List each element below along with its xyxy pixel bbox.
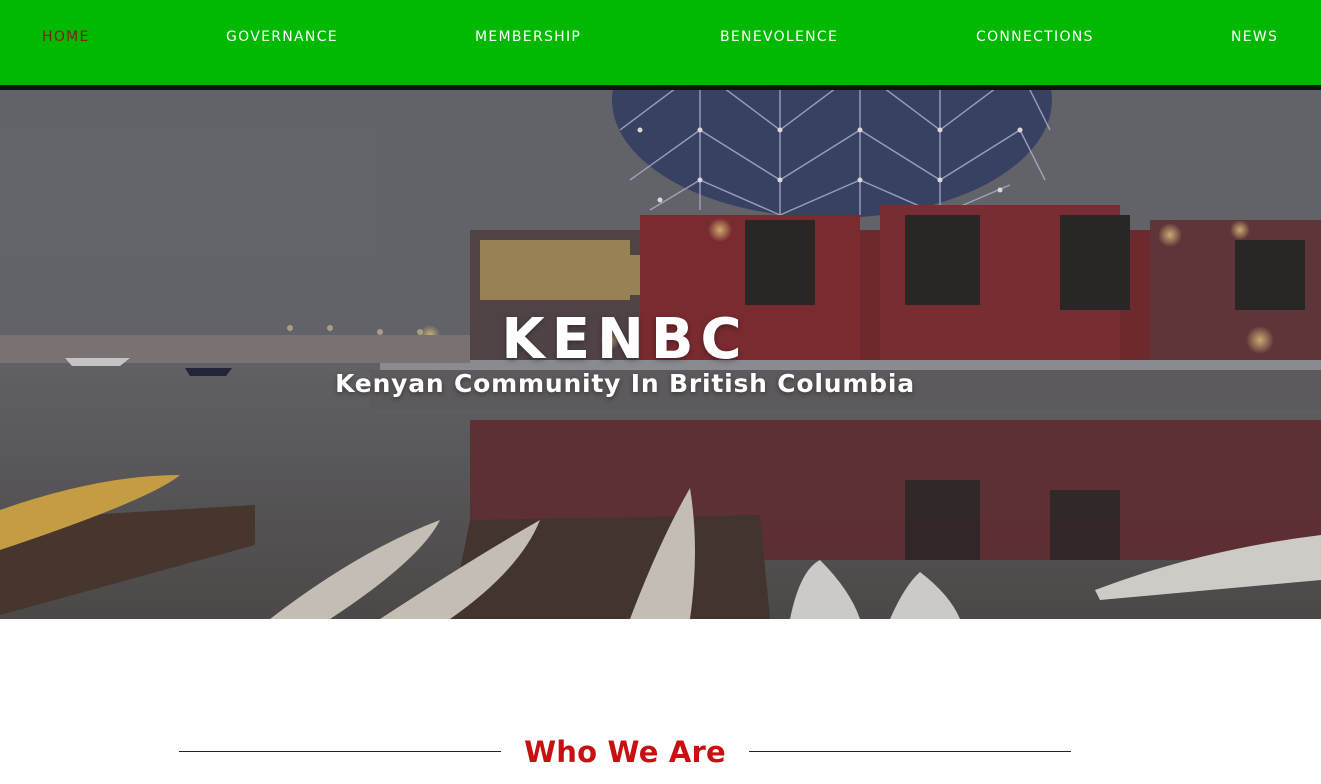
main-navigation: HOME GOVERNANCE MEMBERSHIP BENEVOLENCE C…	[0, 0, 1321, 85]
nav-item-home[interactable]: HOME	[42, 28, 90, 46]
hero-subtitle: Kenyan Community In British Columbia	[335, 369, 915, 398]
nav-item-news[interactable]: NEWS	[1231, 28, 1278, 46]
hero-title: KENBC	[501, 307, 749, 372]
section-title-who-we-are: Who We Are	[524, 735, 726, 769]
nav-item-governance[interactable]: GOVERNANCE	[226, 28, 338, 46]
nav-item-membership[interactable]: MEMBERSHIP	[475, 28, 581, 46]
section-divider-left	[179, 751, 501, 752]
section-divider-right	[749, 751, 1071, 752]
nav-item-connections[interactable]: CONNECTIONS	[976, 28, 1094, 46]
nav-item-benevolence[interactable]: BENEVOLENCE	[720, 28, 838, 46]
hero-banner: KENBC Kenyan Community In British Columb…	[0, 90, 1321, 619]
